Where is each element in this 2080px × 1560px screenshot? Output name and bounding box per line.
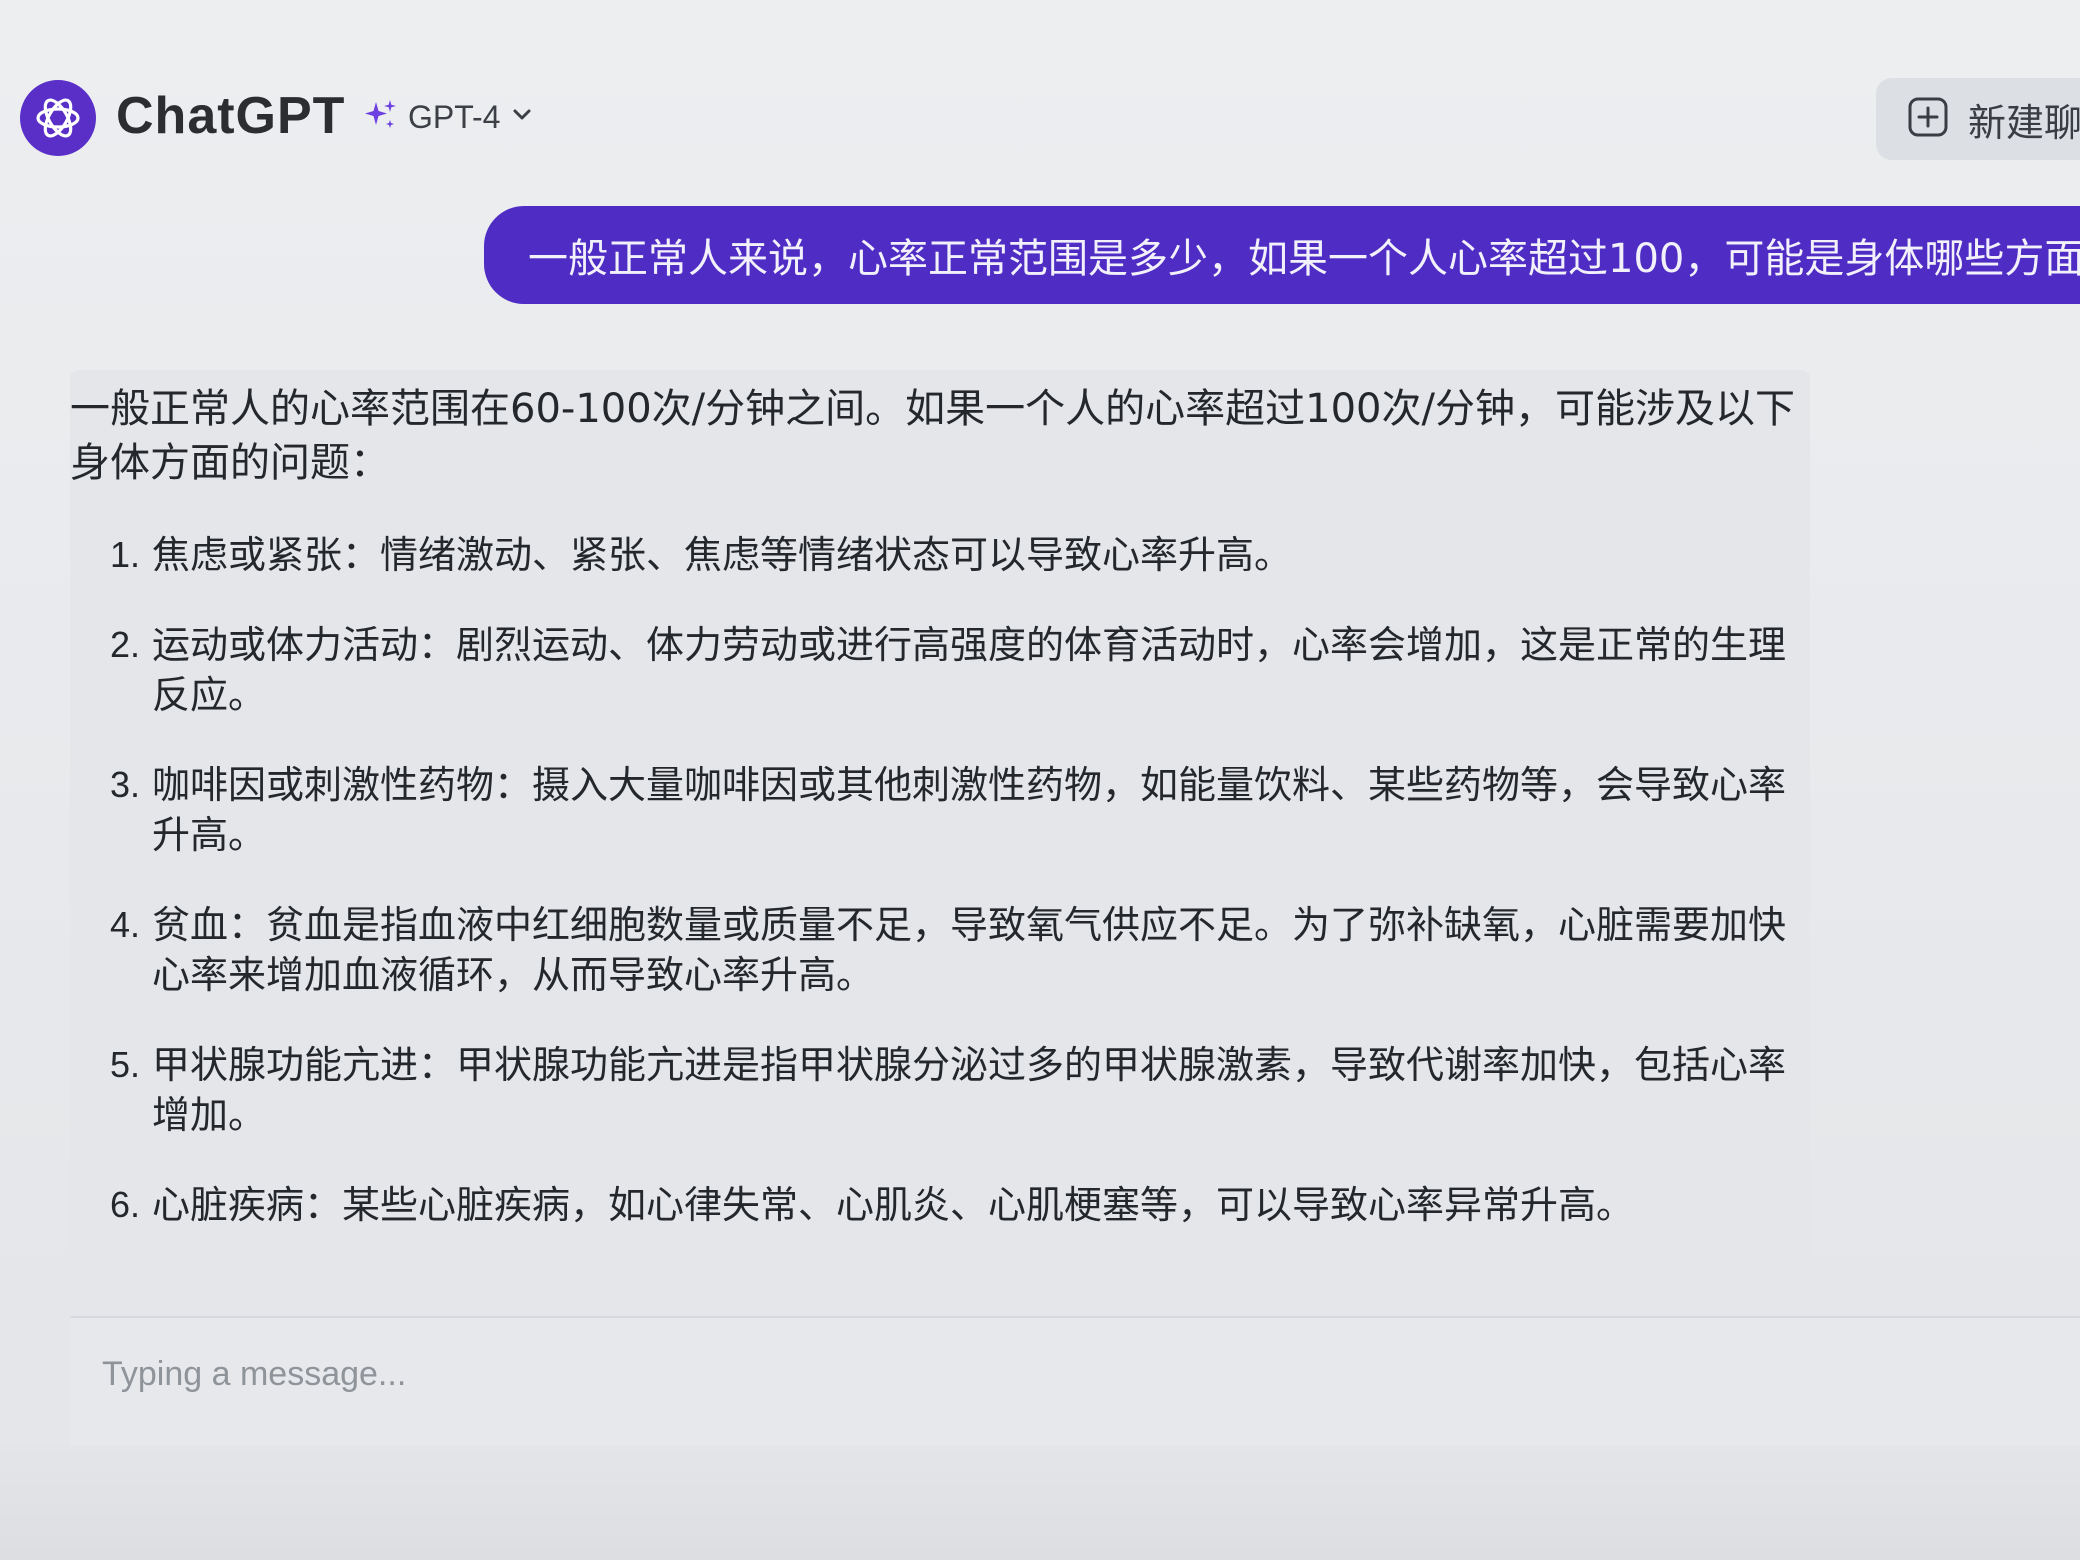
list-item: 2. 运动或体力活动：剧烈运动、体力劳动或进行高强度的体育活动时，心率会增加，这… <box>110 620 1804 720</box>
assistant-intro: 一般正常人的心率范围在60-100次/分钟之间。如果一个人的心率超过100次/分… <box>70 386 1795 486</box>
list-item: 4. 贫血：贫血是指血液中红细胞数量或质量不足，导致氧气供应不足。为了弥补缺氧，… <box>110 900 1804 1000</box>
list-item-text: 心脏疾病：某些心脏疾病，如心律失常、心肌炎、心肌梗塞等，可以导致心率异常升高。 <box>152 1183 1635 1227</box>
list-item-text: 运动或体力活动：剧烈运动、体力劳动或进行高强度的体育活动时，心率会增加，这是正常… <box>152 623 1787 717</box>
new-chat-label: 新建聊天 <box>1968 100 2080 145</box>
sparkle-icon <box>364 98 398 136</box>
openai-logo-icon <box>20 80 96 156</box>
assistant-message: 一般正常人的心率范围在60-100次/分钟之间。如果一个人的心率超过100次/分… <box>70 370 1810 1310</box>
bottom-area <box>0 1446 2080 1560</box>
user-message-bubble: 一般正常人来说，心率正常范围是多少，如果一个人心率超过100，可能是身体哪些方面… <box>484 206 2080 304</box>
model-name: GPT-4 <box>408 98 501 135</box>
list-item-text: 贫血：贫血是指血液中红细胞数量或质量不足，导致氧气供应不足。为了弥补缺氧，心脏需… <box>152 903 1787 997</box>
message-composer <box>70 1316 2080 1448</box>
list-item-text: 焦虑或紧张：情绪激动、紧张、焦虑等情绪状态可以导致心率升高。 <box>152 533 1293 577</box>
model-selector[interactable]: GPT-4 <box>364 92 534 142</box>
list-item: 5. 甲状腺功能亢进：甲状腺功能亢进是指甲状腺分泌过多的甲状腺激素，导致代谢率加… <box>110 1040 1804 1140</box>
assistant-list: 1. 焦虑或紧张：情绪激动、紧张、焦虑等情绪状态可以导致心率升高。 2. 运动或… <box>70 530 1804 1230</box>
list-item-number: 5. <box>110 1044 141 1085</box>
plus-square-icon <box>1906 95 1950 143</box>
list-item-text: 咖啡因或刺激性药物：摄入大量咖啡因或其他刺激性药物，如能量饮料、某些药物等，会导… <box>152 763 1787 857</box>
list-item-number: 1. <box>110 534 141 575</box>
list-item-number: 2. <box>110 624 141 665</box>
list-item-number: 6. <box>110 1184 141 1225</box>
list-item: 6. 心脏疾病：某些心脏疾病，如心律失常、心肌炎、心肌梗塞等，可以导致心率异常升… <box>110 1180 1804 1230</box>
list-item-number: 3. <box>110 764 141 805</box>
message-input[interactable] <box>100 1338 1804 1410</box>
list-item-text: 甲状腺功能亢进：甲状腺功能亢进是指甲状腺分泌过多的甲状腺激素，导致代谢率加快，包… <box>152 1043 1787 1137</box>
list-item: 3. 咖啡因或刺激性药物：摄入大量咖啡因或其他刺激性药物，如能量饮料、某些药物等… <box>110 760 1804 860</box>
chat-page: ChatGPT GPT-4 新建聊 一般正常人来说，心率正常范围是多少，如果一个… <box>0 0 2080 1560</box>
chevron-down-icon <box>510 103 534 131</box>
new-chat-button[interactable]: 新建聊天 <box>1876 78 2080 160</box>
header: ChatGPT GPT-4 新建聊 <box>0 0 2080 200</box>
app-title: ChatGPT <box>116 87 346 145</box>
user-message-text: 一般正常人来说，心率正常范围是多少，如果一个人心率超过100，可能是身体哪些方面… <box>528 236 2080 282</box>
list-item: 1. 焦虑或紧张：情绪激动、紧张、焦虑等情绪状态可以导致心率升高。 <box>110 530 1804 580</box>
list-item-number: 4. <box>110 904 141 945</box>
